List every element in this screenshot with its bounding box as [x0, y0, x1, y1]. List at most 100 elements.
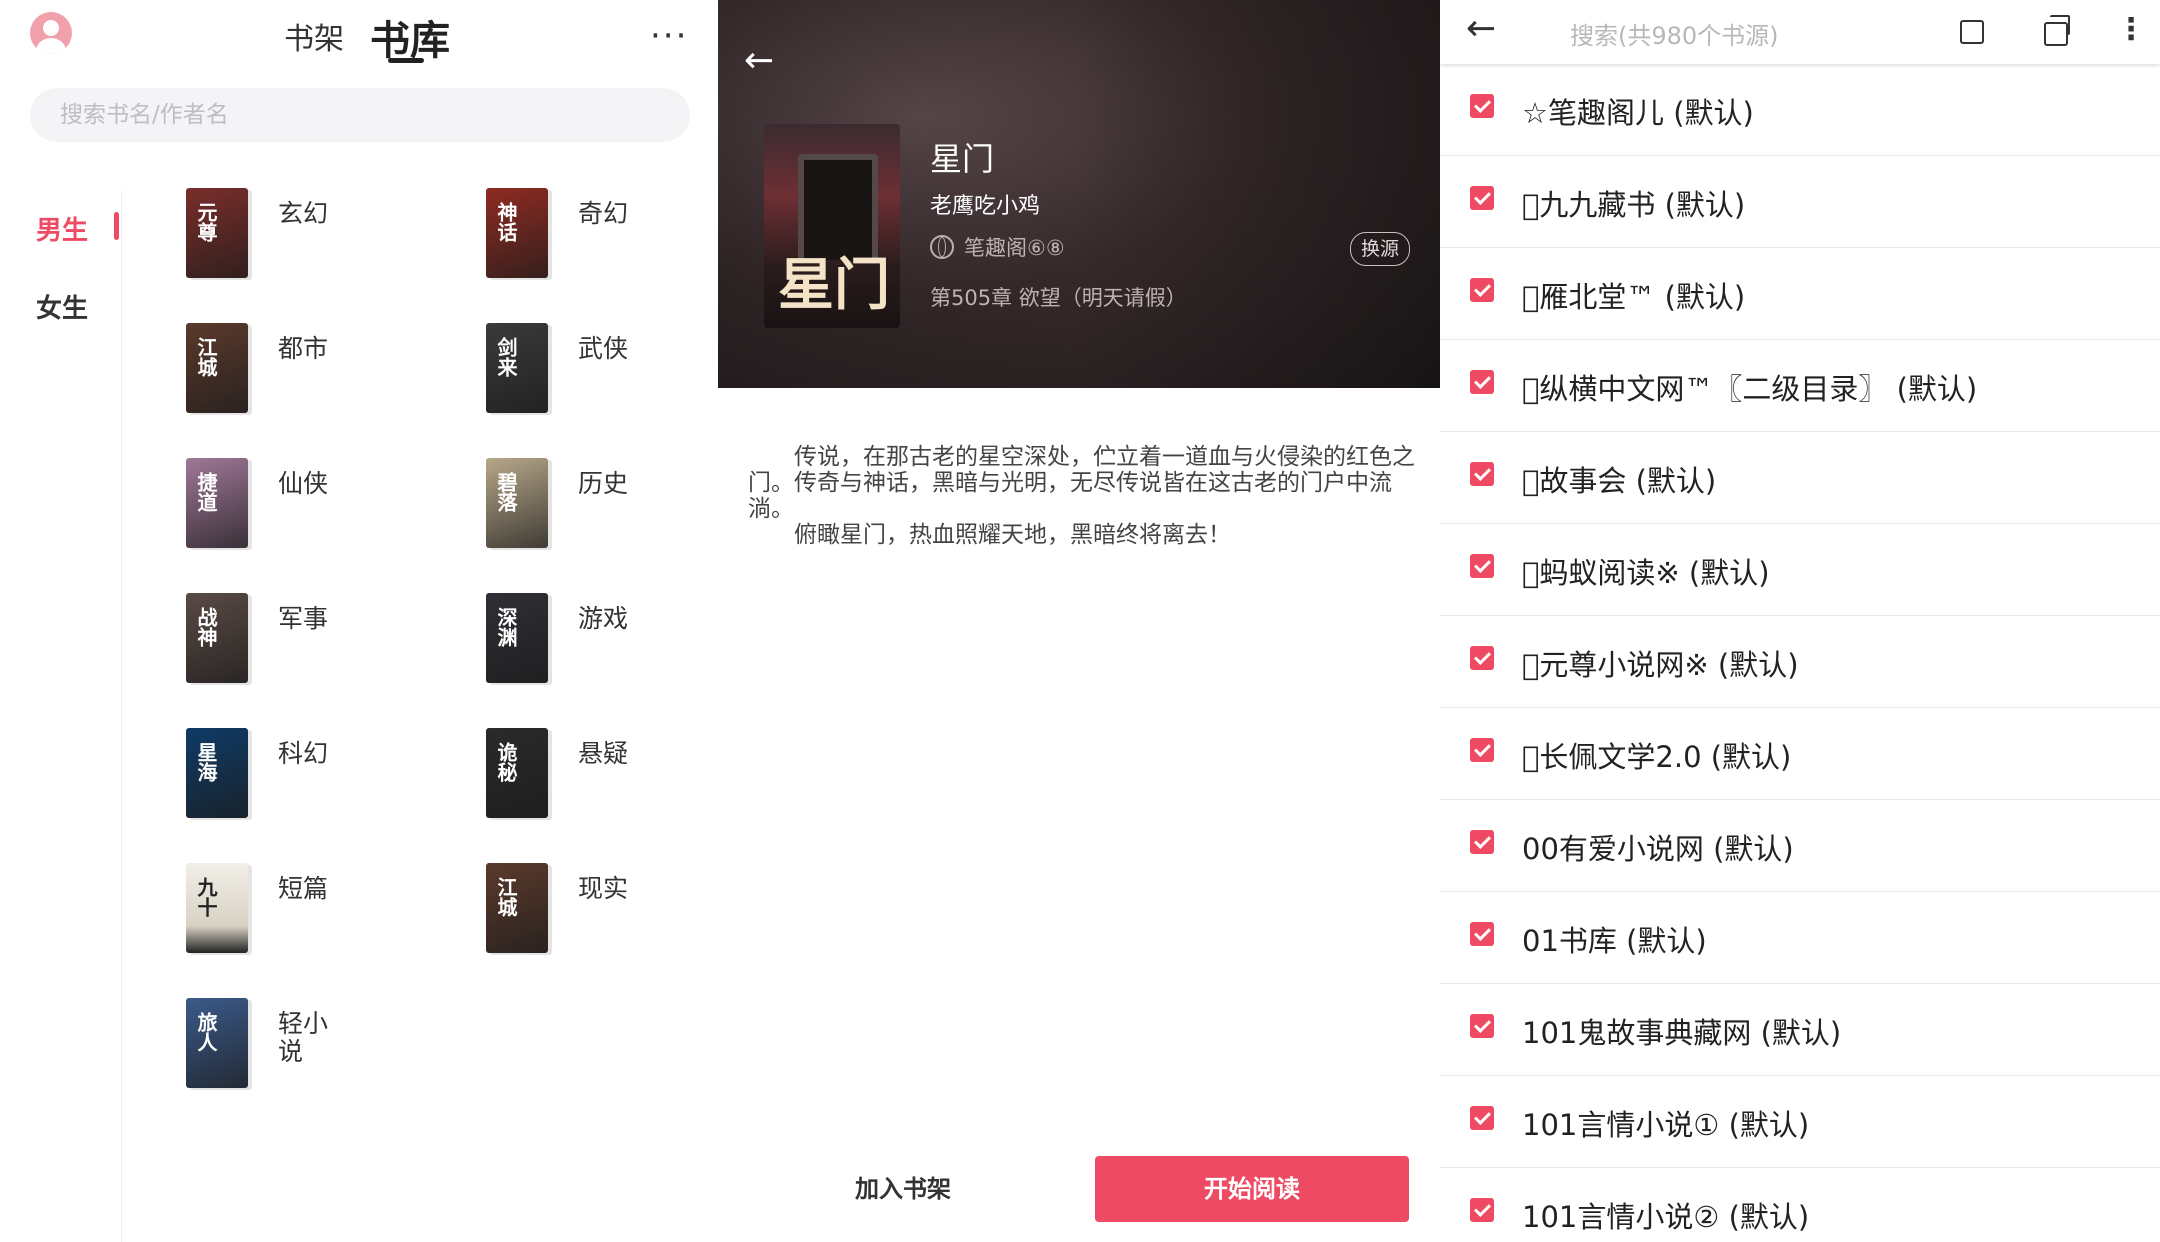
category-item[interactable]: 九十 短篇 [186, 863, 426, 955]
category-cover-title: 诡秘 [494, 742, 518, 782]
source-label: 101言情小说① (默认) [1522, 1108, 1810, 1142]
category-item[interactable]: 旅人 轻小说 [186, 998, 426, 1090]
category-label: 武侠 [578, 334, 629, 363]
tab-active-indicator [388, 58, 424, 63]
category-item[interactable]: 深渊 游戏 [486, 593, 718, 685]
category-cover: 旅人 [186, 998, 248, 1088]
avatar[interactable] [30, 12, 72, 54]
source-row[interactable]: 00有爱小说网 (默认) [1440, 800, 2160, 892]
category-cover: 深渊 [486, 593, 548, 683]
back-icon[interactable]: ← [1466, 8, 1496, 49]
source-checkbox[interactable] [1470, 1014, 1494, 1038]
select-all-icon[interactable] [1960, 20, 1984, 44]
source-row[interactable]: 101言情小说② (默认) [1440, 1168, 2160, 1242]
category-cover-title: 战神 [194, 607, 218, 647]
category-cover: 战神 [186, 593, 248, 683]
category-cover: 星海 [186, 728, 248, 818]
source-row[interactable]: 󾭗雁北堂™ (默认) [1440, 248, 2160, 340]
category-item[interactable]: 江城 现实 [486, 863, 718, 955]
gender-active-indicator [114, 212, 119, 240]
book-author: 老鹰吃小鸡 [930, 194, 1041, 219]
category-cover: 捷道 [186, 458, 248, 548]
source-checkbox[interactable] [1470, 186, 1494, 210]
category-cover: 碧落 [486, 458, 548, 548]
back-icon[interactable]: ← [744, 40, 774, 81]
source-checkbox[interactable] [1470, 1198, 1494, 1222]
category-cover-title: 碧落 [494, 472, 518, 512]
source-list-panel: ← 搜索(共980个书源) ⋮ ☆笔趣阁儿 (默认) 󾭗九九藏书 (默认) 󾭗雁北堂… [1440, 0, 2160, 1242]
source-checkbox[interactable] [1470, 738, 1494, 762]
category-cover-title: 江城 [194, 337, 218, 377]
search-input[interactable]: 搜索书名/作者名 [30, 88, 690, 142]
gender-male[interactable]: 男生 [36, 210, 88, 247]
category-item[interactable]: 捷道 仙侠 [186, 458, 426, 550]
category-item[interactable]: 战神 军事 [186, 593, 426, 685]
toolbar: ← 搜索(共980个书源) ⋮ [1440, 0, 2160, 64]
source-checkbox[interactable] [1470, 94, 1494, 118]
source-row[interactable]: 󾭗故事会 (默认) [1440, 432, 2160, 524]
source-label: 󾭗蚂蚁阅读※ (默认) [1522, 556, 1770, 590]
overflow-menu-icon[interactable]: ⋮ [2116, 12, 2146, 47]
source-row[interactable]: 󾭗长佩文学2.0 (默认) [1440, 708, 2160, 800]
source-label: 󾭗故事会 (默认) [1522, 464, 1717, 498]
source-row[interactable]: 󾭗蚂蚁阅读※ (默认) [1440, 524, 2160, 616]
category-label: 奇幻 [578, 199, 629, 228]
intro-paragraph: 俯瞰星门，热血照耀天地，黑暗终将离去！ [794, 522, 1231, 548]
source-label: 00有爱小说网 (默认) [1522, 832, 1794, 866]
source-label: 󾭗长佩文学2.0 (默认) [1522, 740, 1792, 774]
category-label: 历史 [578, 469, 629, 498]
tab-bookshelf[interactable]: 书架 [284, 14, 344, 58]
latest-chapter[interactable]: 第505章 欲望（明天请假） [930, 282, 1187, 312]
category-cover-title: 剑来 [494, 337, 518, 377]
source-checkbox[interactable] [1470, 646, 1494, 670]
source-label: 󾭗雁北堂™ (默认) [1522, 280, 1746, 314]
category-item[interactable]: 诡秘 悬疑 [486, 728, 718, 820]
category-cover-title: 深渊 [494, 607, 518, 647]
source-search-input[interactable]: 搜索(共980个书源) [1570, 16, 1779, 51]
category-item[interactable]: 神话 奇幻 [486, 188, 718, 280]
category-cover-title: 旅人 [194, 1012, 218, 1052]
category-label: 轻小说 [278, 1009, 329, 1066]
source-checkbox[interactable] [1470, 462, 1494, 486]
source-checkbox[interactable] [1470, 554, 1494, 578]
source-row[interactable]: 󾭗纵横中文网™〖二级目录〗 (默认) [1440, 340, 2160, 432]
source-row[interactable]: 󾭗九九藏书 (默认) [1440, 156, 2160, 248]
category-item[interactable]: 星海 科幻 [186, 728, 426, 820]
swap-source-button[interactable]: 换源 [1350, 232, 1410, 266]
category-label: 玄幻 [278, 199, 329, 228]
add-to-shelf-button[interactable]: 加入书架 [798, 1156, 1008, 1222]
source-row[interactable]: 01书库 (默认) [1440, 892, 2160, 984]
source-label: 󾭗九九藏书 (默认) [1522, 188, 1746, 222]
category-item[interactable]: 江城 都市 [186, 323, 426, 415]
source-checkbox[interactable] [1470, 278, 1494, 302]
start-reading-button[interactable]: 开始阅读 [1095, 1156, 1409, 1222]
category-label: 悬疑 [578, 739, 629, 768]
source-checkbox[interactable] [1470, 830, 1494, 854]
source-label: 󾭗纵横中文网™〖二级目录〗 (默认) [1522, 372, 1978, 406]
category-item[interactable]: 元尊 玄幻 [186, 188, 426, 280]
category-label: 短篇 [278, 874, 329, 903]
gender-female[interactable]: 女生 [36, 288, 88, 325]
more-icon[interactable]: ··· [650, 16, 688, 56]
category-cover: 江城 [186, 323, 248, 413]
copy-icon[interactable] [2044, 15, 2070, 46]
source-row[interactable]: ☆笔趣阁儿 (默认) [1440, 64, 2160, 156]
category-item[interactable]: 碧落 历史 [486, 458, 718, 550]
source-label: 101言情小说② (默认) [1522, 1200, 1810, 1234]
source-row[interactable]: 󾭗元尊小说网※ (默认) [1440, 616, 2160, 708]
source-checkbox[interactable] [1470, 370, 1494, 394]
source-checkbox[interactable] [1470, 1106, 1494, 1130]
source-checkbox[interactable] [1470, 922, 1494, 946]
book-title: 星门 [930, 140, 995, 178]
book-detail-panel: ← 星门 星门 老鹰吃小鸡 笔趣阁⑥⑧ 换源 第505章 欲望（明天请假） 传说… [718, 0, 1440, 1242]
source-row[interactable]: 101鬼故事典藏网 (默认) [1440, 984, 2160, 1076]
category-label: 游戏 [578, 604, 629, 633]
globe-icon [930, 235, 954, 259]
book-cover: 星门 [764, 124, 900, 328]
category-label: 科幻 [278, 739, 329, 768]
category-cover-title: 九十 [194, 877, 218, 917]
category-label: 军事 [278, 604, 329, 633]
intro-paragraph: 传说，在那古老的星空深处，伫立着一道血与火侵染的红色之门。传奇与神话，黑暗与光明… [748, 444, 1415, 522]
source-row[interactable]: 101言情小说① (默认) [1440, 1076, 2160, 1168]
category-item[interactable]: 剑来 武侠 [486, 323, 718, 415]
